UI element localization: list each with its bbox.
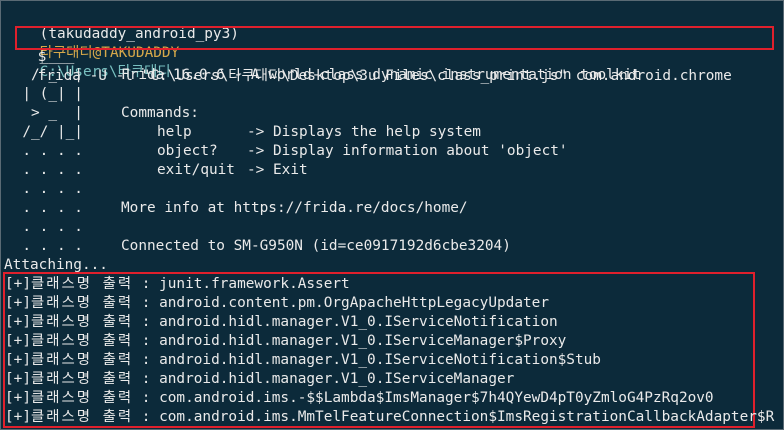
banner-title: Frida 16.0.6 - A world-class dynamic ins… [121, 67, 641, 83]
command-object-desc: -> Display information about 'object' [247, 143, 568, 159]
command-highlight-box [15, 26, 774, 50]
logo-line: /_/ |_| [5, 124, 83, 140]
output-separator: : [133, 352, 160, 368]
more-info: More info at https://frida.re/docs/home/ [121, 200, 468, 216]
command-exit-desc: -> Exit [247, 162, 308, 178]
output-prefix: [+] [5, 390, 31, 406]
output-separator: : [133, 333, 160, 349]
output-row: [+]클래스명 출력 : android.hidl.manager.V1_0.I… [5, 370, 514, 389]
output-class-name: com.android.ims.MmTelFeatureConnection$I… [159, 409, 775, 425]
command-exit-name: exit/quit [157, 162, 235, 178]
output-separator: : [133, 409, 160, 425]
output-row: [+]클래스명 출력 : android.hidl.manager.V1_0.I… [5, 351, 601, 370]
logo-line: . . . . [5, 143, 83, 159]
output-class-name: android.hidl.manager.V1_0.IServiceNotifi… [159, 352, 601, 368]
output-label: 클래스명 출력 [31, 295, 134, 311]
logo-line: / _ | [5, 67, 83, 83]
logo-line: > _ | [5, 105, 83, 121]
output-class-name: android.content.pm.OrgApacheHttpLegacyUp… [159, 295, 549, 311]
output-separator: : [133, 371, 160, 387]
output-label: 클래스명 출력 [31, 314, 134, 330]
output-prefix: [+] [5, 352, 31, 368]
connected-device: Connected to SM-G950N (id=ce0917192d6cbe… [121, 238, 511, 254]
logo-line: . . . . [5, 219, 83, 235]
command-help-name: help [157, 124, 192, 140]
output-row: [+]클래스명 출력 : junit.framework.Assert [5, 275, 350, 294]
terminal-window[interactable]: (takudaddy_android_py3) 타쿠대디@TAKUDADDY C… [0, 0, 784, 430]
output-label: 클래스명 출력 [31, 371, 134, 387]
logo-line: | (_| | [5, 86, 83, 102]
output-row: [+]클래스명 출력 : android.content.pm.OrgApach… [5, 294, 549, 313]
output-class-name: junit.framework.Assert [159, 276, 350, 292]
logo-line: . . . . [5, 181, 83, 197]
output-prefix: [+] [5, 295, 31, 311]
output-prefix: [+] [5, 276, 31, 292]
output-row: [+]클래스명 출력 : android.hidl.manager.V1_0.I… [5, 313, 558, 332]
output-label: 클래스명 출력 [31, 409, 134, 425]
output-class-name: android.hidl.manager.V1_0.IServiceManage… [159, 333, 567, 349]
output-row: [+]클래스명 출력 : com.android.ims.MmTelFeatur… [5, 408, 774, 427]
output-separator: : [133, 314, 160, 330]
logo-line: . . . . [5, 200, 83, 216]
logo-line: ____ [5, 48, 75, 64]
output-class-name: com.android.ims.-$$Lambda$ImsManager$7h4… [159, 390, 714, 406]
output-label: 클래스명 출력 [31, 352, 134, 368]
output-row: [+]클래스명 출력 : com.android.ims.-$$Lambda$I… [5, 389, 714, 408]
output-separator: : [133, 276, 160, 292]
command-object-name: object? [157, 143, 218, 159]
logo-line: . . . . [5, 238, 83, 254]
output-label: 클래스명 출력 [31, 390, 134, 406]
output-prefix: [+] [5, 314, 31, 330]
command-help-desc: -> Displays the help system [247, 124, 481, 140]
output-class-name: android.hidl.manager.V1_0.IServiceManage… [159, 371, 515, 387]
output-label: 클래스명 출력 [31, 276, 134, 292]
output-class-name: android.hidl.manager.V1_0.IServiceNotifi… [159, 314, 558, 330]
output-label: 클래스명 출력 [31, 333, 134, 349]
output-prefix: [+] [5, 371, 31, 387]
prompt-line: (takudaddy_android_py3) 타쿠대디@TAKUDADDY C… [5, 6, 239, 80]
output-prefix: [+] [5, 333, 31, 349]
commands-heading: Commands: [121, 105, 199, 121]
output-separator: : [133, 295, 160, 311]
logo-line: . . . . [5, 162, 83, 178]
output-separator: : [133, 390, 160, 406]
output-prefix: [+] [5, 409, 31, 425]
output-row: [+]클래스명 출력 : android.hidl.manager.V1_0.I… [5, 332, 566, 351]
